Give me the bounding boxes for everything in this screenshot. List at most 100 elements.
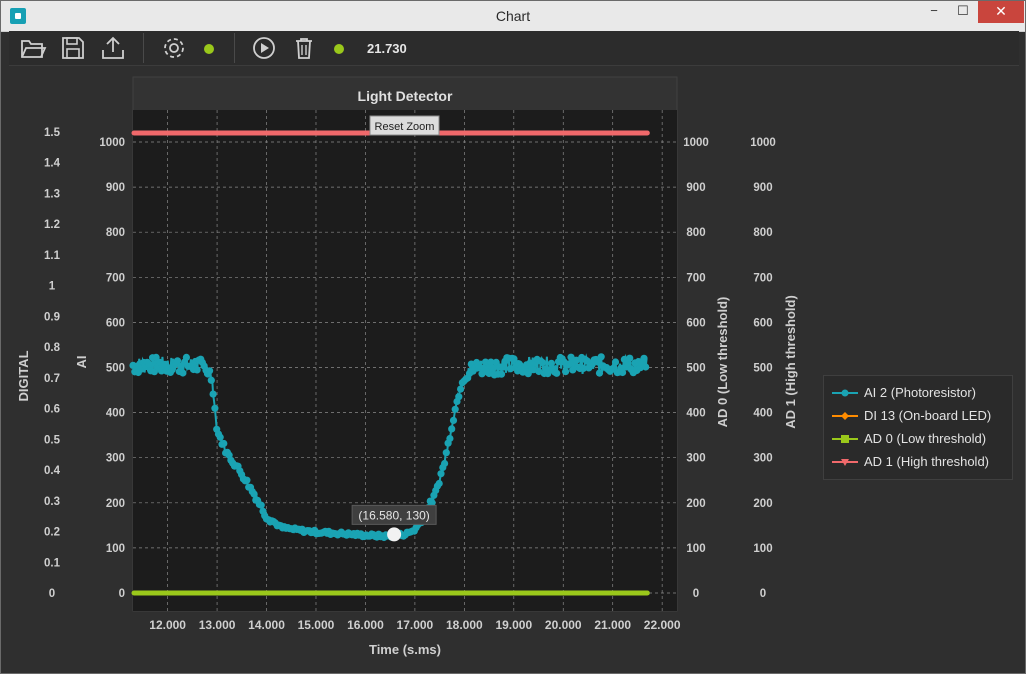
digital-tick-label: 0.6 xyxy=(44,404,60,416)
ad0-tick-label: 100 xyxy=(686,543,705,555)
ad1-tick-label: 800 xyxy=(753,227,772,239)
ad1-tick-label: 0 xyxy=(760,588,766,600)
legend-label: AD 1 (High threshold) xyxy=(864,454,989,469)
open-folder-icon[interactable] xyxy=(19,35,47,61)
digital-tick-label: 0 xyxy=(49,588,55,600)
ai-tick-label: 600 xyxy=(106,317,125,329)
digital-axis-label: DIGITAL xyxy=(16,350,31,401)
chart[interactable]: Light Detector12.000 13.000 14.000 15.000 16… xyxy=(9,66,1019,668)
ad0-tick-label: 300 xyxy=(686,453,705,465)
digital-tick-label: 0.8 xyxy=(44,342,61,354)
digital-tick-label: 0.9 xyxy=(44,311,60,323)
hover-point-marker xyxy=(387,527,402,542)
x-tick-label: 16.000 xyxy=(347,618,384,632)
window-title: Chart xyxy=(495,8,531,24)
photoresistor-data-point xyxy=(510,355,518,363)
digital-tick-label: 0.5 xyxy=(44,434,61,446)
digital-tick-label: 1 xyxy=(49,281,56,293)
photoresistor-data-point xyxy=(597,353,605,361)
ad0-tick-label: 200 xyxy=(686,498,705,510)
digital-tick-label: 1.2 xyxy=(44,219,60,231)
ad1-tick-label: 600 xyxy=(753,317,772,329)
ai-tick-label: 100 xyxy=(106,543,125,555)
close-button[interactable]: ✕ xyxy=(978,1,1024,23)
chart-window: Chart − ☐ ✕ 21.730 Light Detector 12.000 1… xyxy=(0,0,1026,674)
trash-icon[interactable] xyxy=(290,35,318,61)
ad0-tick-label: 0 xyxy=(693,588,699,600)
ai-tick-label: 1000 xyxy=(99,137,125,149)
x-tick-label: 17.000 xyxy=(397,618,434,632)
ad0-tick-label: 800 xyxy=(686,227,705,239)
x-tick-label: 13.000 xyxy=(199,618,236,632)
digital-tick-label: 1.1 xyxy=(44,250,61,262)
photoresistor-data-point xyxy=(257,501,265,509)
ai-tick-label: 200 xyxy=(106,498,125,510)
photoresistor-data-point xyxy=(206,367,214,375)
legend-swatch-photoresistor xyxy=(832,389,858,397)
photoresistor-data-point xyxy=(243,476,251,484)
ad0-tick-label: 500 xyxy=(686,363,705,375)
ai-axis-label: AI xyxy=(74,356,89,369)
photoresistor-data-point xyxy=(437,470,445,478)
digital-tick-label: 0.2 xyxy=(44,527,60,539)
chart-legend: AI 2 (Photoresistor) DI 13 (On-board LED… xyxy=(823,375,1013,480)
save-icon[interactable] xyxy=(59,35,87,61)
x-tick-label: 14.000 xyxy=(248,618,285,632)
photoresistor-data-point xyxy=(611,358,620,366)
photoresistor-data-point xyxy=(209,390,217,398)
photoresistor-data-point xyxy=(547,359,556,367)
ai-tick-label: 0 xyxy=(119,588,125,600)
ai-tick-label: 700 xyxy=(106,272,125,284)
ai-tick-label: 400 xyxy=(106,408,125,420)
ad1-tick-label: 900 xyxy=(753,182,772,194)
legend-label: DI 13 (On-board LED) xyxy=(864,408,992,423)
toolbar-separator xyxy=(143,33,144,63)
ad0-axis-label: AD 0 (Low threshold) xyxy=(715,297,730,428)
reset-zoom-label[interactable]: Reset Zoom xyxy=(375,121,435,133)
photoresistor-data-point xyxy=(562,368,570,376)
legend-swatch-high-threshold xyxy=(832,459,858,466)
photoresistor-data-point xyxy=(446,434,454,443)
photoresistor-data-point xyxy=(626,354,634,362)
toolbar-separator xyxy=(234,33,235,63)
legend-label: AD 0 (Low threshold) xyxy=(864,431,987,446)
ad1-tick-label: 400 xyxy=(753,408,772,420)
photoresistor-data-point xyxy=(193,366,201,374)
photoresistor-data-point xyxy=(435,479,443,488)
digital-tick-label: 0.3 xyxy=(44,496,60,508)
digital-tick-label: 1.4 xyxy=(44,158,61,170)
maximize-button[interactable]: ☐ xyxy=(948,1,978,23)
ad0-tick-label: 1000 xyxy=(683,137,709,149)
ad1-tick-label: 500 xyxy=(753,363,772,375)
photoresistor-data-point xyxy=(442,449,450,457)
digital-tick-label: 0.4 xyxy=(44,465,61,477)
photoresistor-data-point xyxy=(179,369,187,377)
export-icon[interactable] xyxy=(99,35,127,61)
x-tick-label: 18.000 xyxy=(446,618,483,632)
photoresistor-data-point xyxy=(211,404,219,412)
photoresistor-data-point xyxy=(497,370,506,378)
ad1-tick-label: 100 xyxy=(753,543,772,555)
ai-tick-label: 900 xyxy=(106,182,125,194)
photoresistor-data-point xyxy=(455,393,463,401)
ad0-tick-label: 700 xyxy=(686,272,705,284)
photoresistor-data-point xyxy=(451,405,459,413)
photoresistor-data-point xyxy=(457,385,465,393)
title-bar: Chart − ☐ ✕ xyxy=(1,1,1025,32)
x-tick-label: 21.000 xyxy=(594,618,631,632)
photoresistor-data-point xyxy=(553,369,561,377)
ai-tick-label: 500 xyxy=(106,363,125,375)
digital-tick-label: 1.5 xyxy=(44,127,61,139)
photoresistor-data-point xyxy=(640,354,648,362)
ad0-tick-label: 900 xyxy=(686,182,705,194)
chart-title: Light Detector xyxy=(358,88,453,104)
minimize-button[interactable]: − xyxy=(919,1,949,23)
photoresistor-data-point xyxy=(182,353,190,361)
photoresistor-data-point xyxy=(145,360,153,368)
settings-icon[interactable] xyxy=(160,35,188,61)
ad0-tick-label: 400 xyxy=(686,408,705,420)
digital-tick-label: 1.3 xyxy=(44,188,60,200)
toolbar: 21.730 xyxy=(9,31,1019,66)
play-icon[interactable] xyxy=(250,35,278,61)
hover-tooltip-text: (16.580, 130) xyxy=(358,508,429,522)
